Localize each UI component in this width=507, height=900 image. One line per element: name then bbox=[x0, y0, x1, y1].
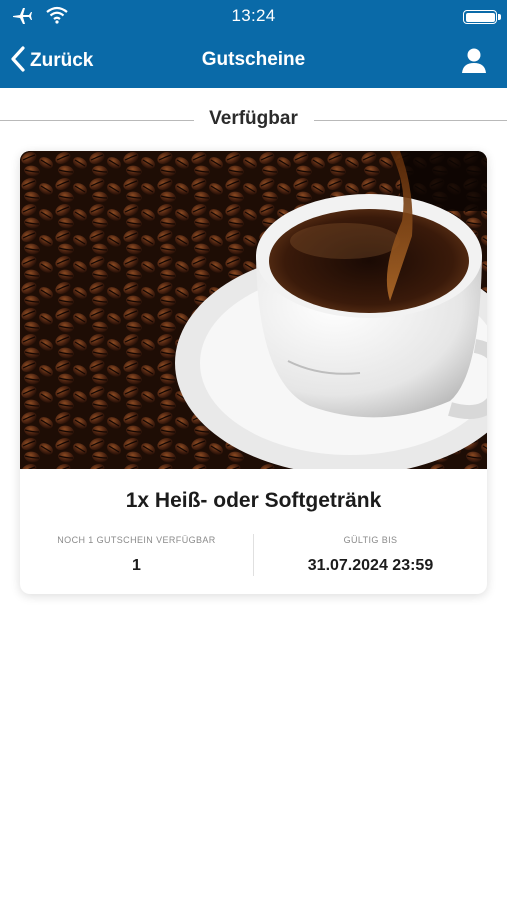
user-icon bbox=[459, 48, 489, 80]
section-divider-right bbox=[314, 120, 507, 121]
status-time: 13:24 bbox=[231, 6, 276, 25]
remaining-label: NOCH 1 GUTSCHEIN VERFÜGBAR bbox=[57, 535, 216, 545]
remaining-value: 1 bbox=[132, 557, 141, 574]
navigation-bar: Zurück Gutscheine bbox=[0, 34, 507, 88]
section-title: Verfügbar bbox=[209, 108, 298, 129]
page-title: Gutscheine bbox=[201, 49, 306, 70]
voucher-title: 1x Heiß- oder Softgetränk bbox=[125, 489, 382, 512]
status-bar: 13:24 bbox=[0, 0, 507, 34]
remaining-info: NOCH 1 GUTSCHEIN VERFÜGBAR 1 bbox=[20, 535, 253, 575]
battery-icon bbox=[463, 10, 501, 24]
valid-until-info: GÜLTIG BIS 31.07.2024 23:59 bbox=[254, 535, 487, 575]
profile-button[interactable] bbox=[459, 46, 489, 76]
top-bar: 13:24 Zurück Gutscheine bbox=[0, 0, 507, 88]
section-header: Verfügbar bbox=[0, 104, 507, 136]
coffee-image bbox=[20, 151, 487, 475]
voucher-image bbox=[20, 151, 487, 475]
voucher-card[interactable]: 1x Heiß- oder Softgetränk NOCH 1 GUTSCHE… bbox=[20, 151, 487, 594]
valid-until-label: GÜLTIG BIS bbox=[343, 535, 398, 545]
valid-until-value: 31.07.2024 23:59 bbox=[307, 557, 434, 574]
